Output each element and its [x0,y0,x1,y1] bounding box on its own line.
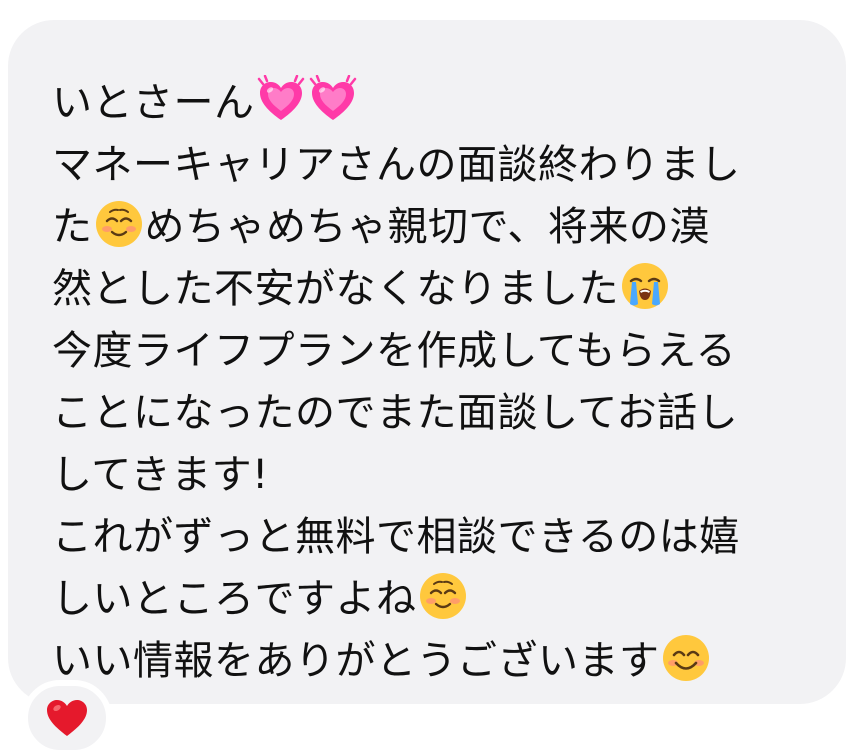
message-text: これがずっと無料で相談できるのは嬉 [52,514,740,560]
message-text: た [52,204,93,250]
smiling-face-emoji-icon [418,571,468,621]
growing-heart-emoji-icon [308,74,358,125]
message-line: た めちゃめちゃ親切で、将来の漠 [52,196,816,258]
message-text: いい情報をありがとうございます [52,638,660,684]
message-text: してきます! [52,452,269,498]
message-line: これがずっと無料で相談できるのは嬉 [52,506,816,568]
chat-view: いとさーんマネーキャリアさんの面談終わりました めちゃめちゃ親切で、将来の漠然とし… [0,0,854,756]
message-bubble[interactable]: いとさーんマネーキャリアさんの面談終わりました めちゃめちゃ親切で、将来の漠然とし… [8,20,846,704]
message-text: 然とした不安がなくなりました [52,266,619,312]
message-text: ことになったのでまた面談してお話し [52,390,739,436]
message-line: しいところですよね [52,568,816,630]
message-line: マネーキャリアさんの面談終わりまし [52,134,816,196]
message-line: いとさーん [52,72,816,134]
message-line: してきます! [52,444,816,506]
message-text: マネーキャリアさんの面談終わりまし [52,142,741,188]
message-line: 然とした不安がなくなりました [52,258,816,320]
message-text: しいところですよね [52,576,417,622]
message-text: めちゃめちゃ親切で、将来の漠 [144,204,710,250]
smiling-eyes-emoji-icon [661,633,711,683]
smiling-face-emoji-icon [94,199,144,249]
message-line: いい情報をありがとうございます [52,630,816,692]
message-line: ことになったのでまた面談してお話し [52,382,816,444]
message-text: 今度ライフプランを作成してもらえる [52,328,737,374]
red-heart-icon [47,700,87,736]
crying-face-emoji-icon [620,261,670,311]
message-line: 今度ライフプランを作成してもらえる [52,320,816,382]
growing-heart-emoji-icon [256,74,306,125]
message-text: いとさーん [52,80,255,126]
reaction-badge[interactable] [22,680,112,756]
